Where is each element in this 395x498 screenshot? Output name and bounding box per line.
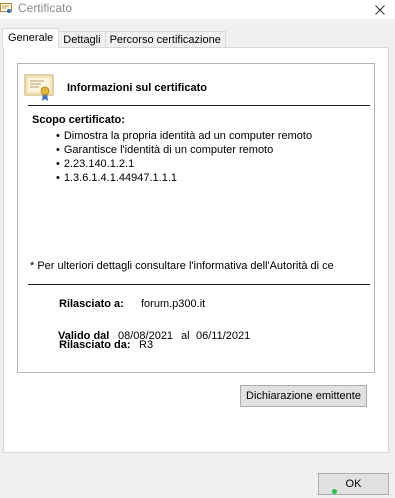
tab-dettagli[interactable]: Dettagli [58,31,106,48]
tab-generale[interactable]: Generale [2,28,60,48]
certificate-icon [24,74,54,101]
valid-to-value: 06/11/2021 [196,330,251,342]
close-icon [375,4,385,15]
footnote-text: * Per ulteriori dettagli consultare l'in… [30,260,334,272]
scope-label: Scopo certificato: [32,114,125,126]
certificate-info-box: Informazioni sul certificato Scopo certi… [17,63,375,373]
tab-percorso-certificazione[interactable]: Percorso certificazione [104,31,226,48]
tab-strip: Generale Dettagli Percorso certificazion… [2,28,226,48]
info-title: Informazioni sul certificato [67,82,207,94]
valid-to-label: al [181,330,190,342]
list-item: 1.3.6.1.4.1.44947.1.1.1 [56,171,312,185]
status-indicator [332,489,337,494]
issued-to-value: forum.p300.it [141,298,206,310]
list-item: 2.23.140.1.2.1 [56,157,312,171]
certificate-icon [0,3,12,13]
window-title: Certificato [18,1,73,15]
purpose-list: Dimostra la propria identità ad un compu… [56,129,312,185]
issued-to-label: Rilasciato a: [59,298,124,310]
valid-from-label: Valido dal [58,330,110,342]
close-button[interactable] [365,0,395,19]
title-bar: Certificato [0,0,395,19]
divider [28,284,370,285]
list-item: Dimostra la propria identità ad un compu… [56,129,312,143]
issuer-statement-button[interactable]: Dichiarazione emittente [240,385,367,407]
ok-button[interactable]: OK [318,473,389,495]
list-item: Garantisce l'identità di un computer rem… [56,143,312,157]
divider [28,105,370,106]
valid-from-value: 08/08/2021 [118,330,174,342]
